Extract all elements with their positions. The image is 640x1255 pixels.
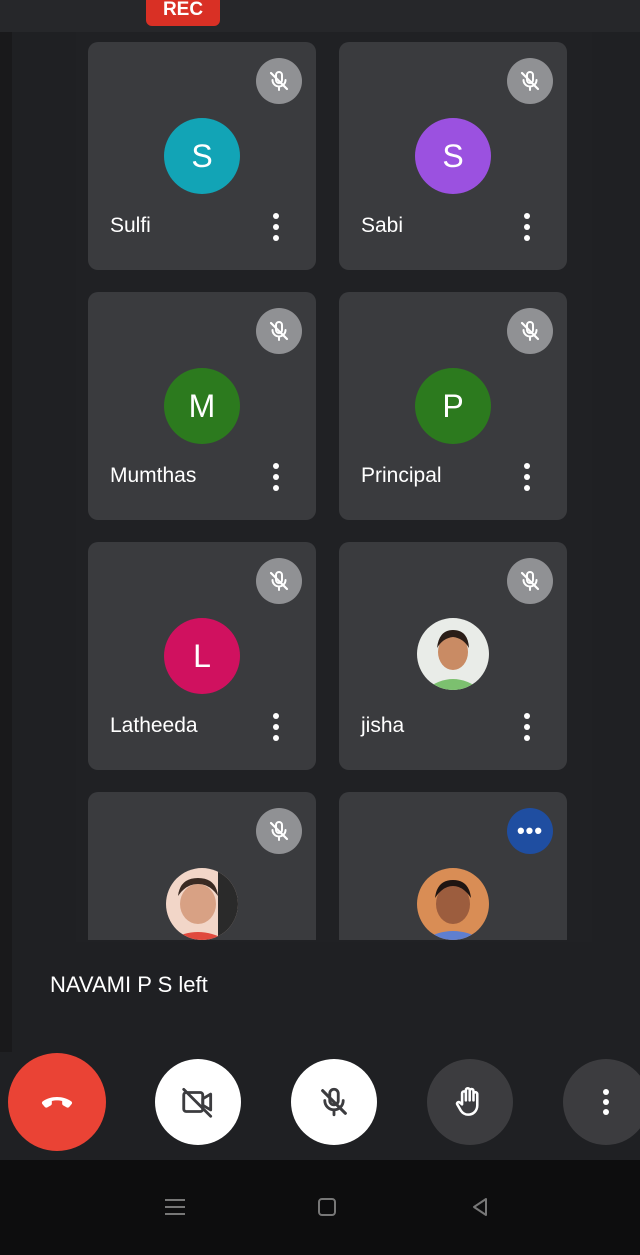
mic-off-icon — [267, 569, 291, 593]
participant-tile[interactable]: M Mumthas — [88, 292, 316, 520]
participant-name: jisha — [361, 714, 405, 737]
back-icon — [473, 1198, 487, 1216]
recents-button[interactable] — [150, 1182, 200, 1232]
participant-options-button[interactable] — [517, 460, 537, 494]
mic-off-icon — [317, 1085, 351, 1119]
raise-hand-icon — [455, 1087, 479, 1116]
microphone-toggle-button[interactable] — [291, 1059, 377, 1145]
participant-tile[interactable]: jisha — [339, 542, 567, 770]
participant-name: Principal — [361, 464, 442, 487]
participant-tile[interactable]: ••• — [339, 792, 567, 940]
participant-options-button[interactable] — [266, 460, 286, 494]
muted-indicator — [507, 58, 553, 104]
hang-up-icon — [41, 1097, 73, 1108]
muted-indicator — [507, 308, 553, 354]
participant-options-button[interactable] — [517, 210, 537, 244]
more-vertical-icon — [603, 1089, 609, 1115]
muted-indicator — [507, 558, 553, 604]
left-edge — [0, 32, 12, 1052]
muted-indicator — [256, 58, 302, 104]
raise-hand-button[interactable] — [427, 1059, 513, 1145]
avatar: M — [164, 368, 240, 444]
participant-left-toast: NAVAMI P S left — [50, 972, 208, 997]
mic-off-icon — [518, 319, 542, 343]
participant-name: Sulfi — [110, 214, 151, 237]
participant-tile[interactable]: S Sabi — [339, 42, 567, 270]
mic-off-icon — [518, 569, 542, 593]
participant-name: Sabi — [361, 214, 404, 237]
call-controls — [0, 1052, 640, 1152]
profile-photo — [166, 868, 238, 940]
home-icon — [318, 1198, 336, 1216]
participant-tile[interactable]: S Sulfi — [88, 42, 316, 270]
participant-name: Mumthas — [110, 464, 197, 487]
camera-off-icon — [182, 1087, 213, 1118]
more-indicator: ••• — [507, 808, 553, 854]
profile-photo — [417, 868, 489, 940]
camera-toggle-button[interactable] — [155, 1059, 241, 1145]
participant-name: Latheeda — [110, 714, 198, 737]
end-call-button[interactable] — [8, 1053, 106, 1151]
recording-badge: REC — [146, 0, 220, 26]
more-options-button[interactable] — [563, 1059, 640, 1145]
top-bar: REC — [0, 0, 640, 32]
avatar: L — [164, 618, 240, 694]
muted-indicator — [256, 308, 302, 354]
home-button[interactable] — [302, 1182, 352, 1232]
avatar: P — [415, 368, 491, 444]
mic-off-icon — [518, 69, 542, 93]
muted-indicator — [256, 558, 302, 604]
participant-options-button[interactable] — [266, 710, 286, 744]
participant-tile[interactable]: P Principal — [339, 292, 567, 520]
participant-options-button[interactable] — [517, 710, 537, 744]
participant-options-button[interactable] — [266, 210, 286, 244]
mic-off-icon — [267, 319, 291, 343]
profile-photo — [417, 618, 489, 690]
avatar: S — [164, 118, 240, 194]
recents-icon — [165, 1199, 185, 1215]
system-navigation-bar — [0, 1160, 640, 1255]
back-button[interactable] — [455, 1182, 505, 1232]
avatar: S — [415, 118, 491, 194]
more-horizontal-icon: ••• — [516, 818, 544, 843]
mic-off-icon — [267, 69, 291, 93]
muted-indicator — [256, 808, 302, 854]
participant-tile[interactable]: L Latheeda — [88, 542, 316, 770]
participant-tile[interactable] — [88, 792, 316, 940]
mic-off-icon — [267, 819, 291, 843]
